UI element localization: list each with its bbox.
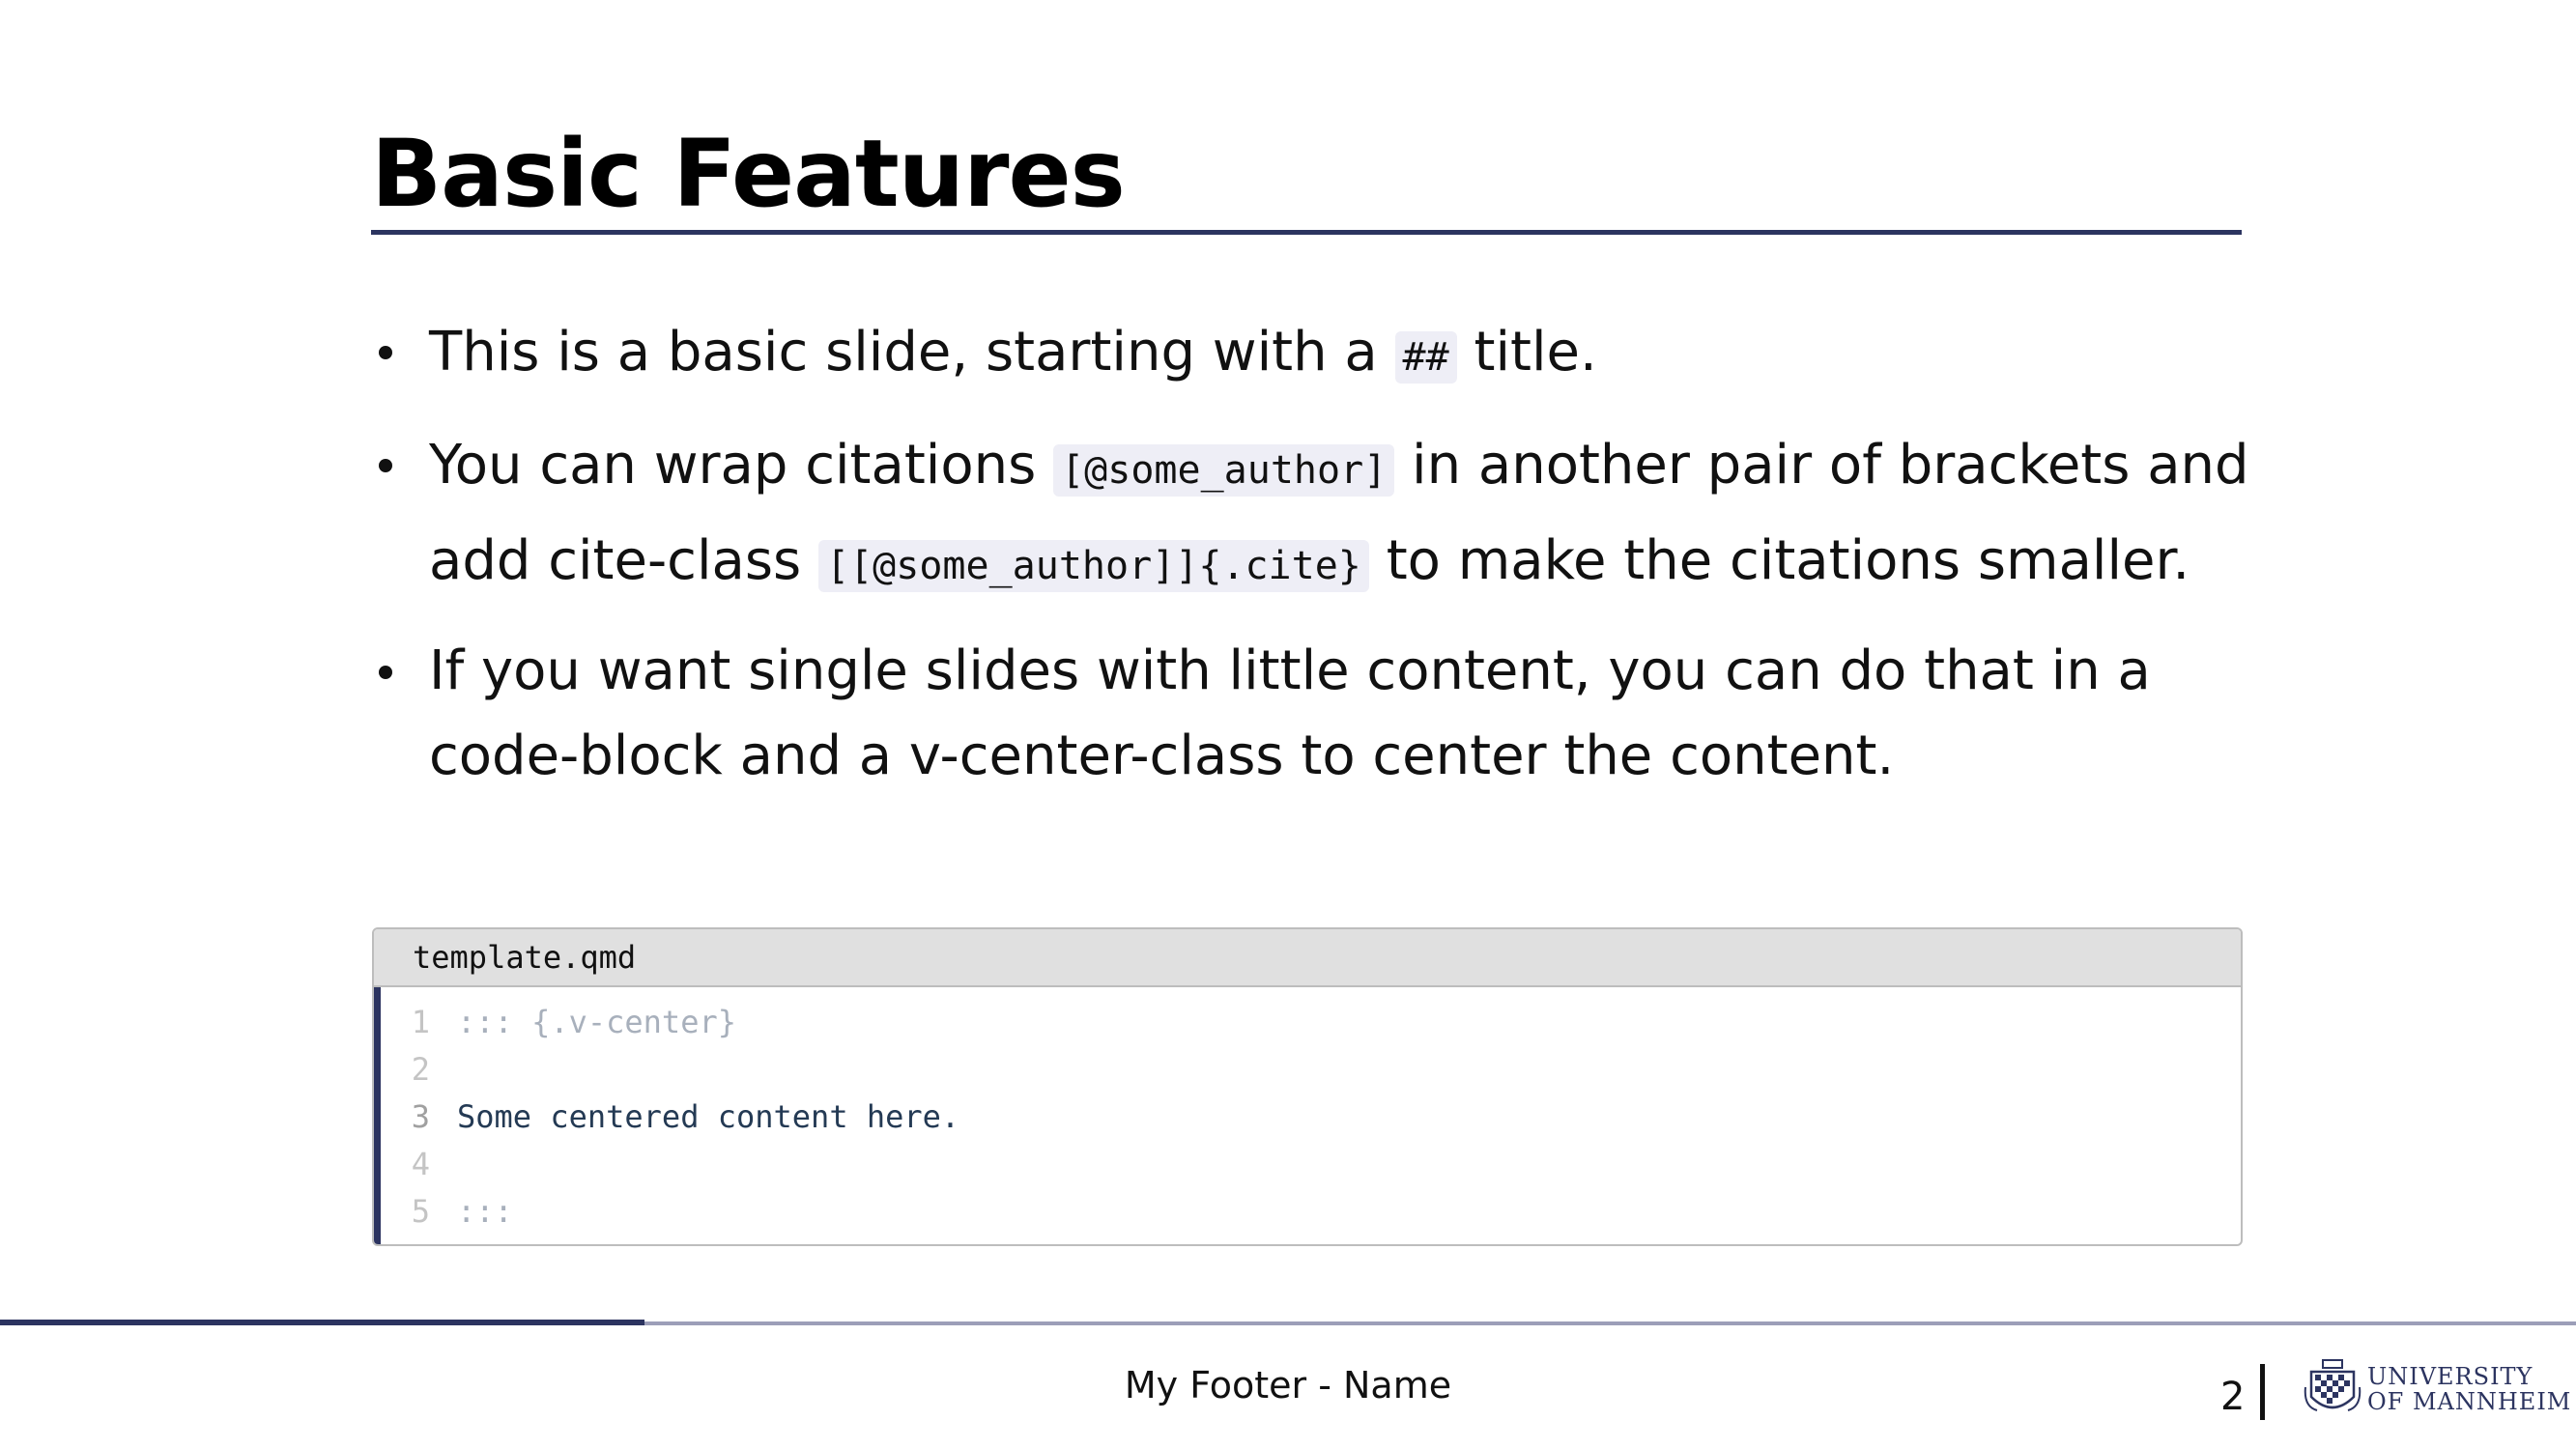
bullet-text: to make the citations smaller.	[1368, 529, 2190, 592]
slide-number-separator	[2260, 1364, 2265, 1420]
code-lines: 1::: {.v-center} 2 3 Some centered conten…	[374, 999, 959, 1236]
bullet-dot-icon	[379, 346, 392, 359]
logo-line-1: UNIVERSITY	[2367, 1363, 2533, 1390]
code-filename: template.qmd	[374, 929, 2241, 987]
slide-title: Basic Features	[371, 120, 1126, 228]
line-number: 2	[411, 1051, 430, 1088]
bullet-text: You can wrap citations	[429, 434, 1054, 497]
code-line-highlighted: 3 Some centered content here.	[374, 1094, 959, 1141]
line-number: 4	[411, 1146, 430, 1182]
inline-code: [[@some_author]]{.cite}	[818, 540, 1369, 592]
line-number: 1	[411, 1004, 430, 1040]
bullet-text: title.	[1456, 321, 1597, 384]
line-text: ::: {.v-center}	[457, 1004, 736, 1040]
bullet-dot-icon	[379, 459, 392, 472]
inline-code: [@some_author]	[1053, 444, 1395, 497]
code-body[interactable]: 1::: {.v-center} 2 3 Some centered conten…	[374, 987, 2241, 1244]
inline-code: ##	[1394, 331, 1457, 384]
slide-number[interactable]: 2	[2220, 1374, 2245, 1420]
progress-bar-fill	[0, 1320, 644, 1325]
logo-line-2: OF MANNHEIM	[2367, 1388, 2572, 1415]
bullet-text: If you want single slides with little co…	[429, 639, 2151, 787]
crest-icon	[2304, 1359, 2361, 1411]
bullet-text: This is a basic slide, starting with a	[429, 321, 1395, 384]
code-line: 4	[374, 1141, 959, 1188]
bullet-list: This is a basic slide, starting with a #…	[371, 307, 2265, 816]
bullet-dot-icon	[379, 666, 392, 679]
slide: Basic Features This is a basic slide, st…	[0, 0, 2576, 1449]
line-number: 3	[411, 1098, 430, 1135]
bullet-item: If you want single slides with little co…	[371, 629, 2265, 799]
line-number: 5	[411, 1193, 430, 1230]
code-line: 2	[374, 1046, 959, 1094]
logo-text: UNIVERSITY OF MANNHEIM	[2367, 1364, 2571, 1414]
bullet-item: This is a basic slide, starting with a #…	[371, 307, 2265, 403]
line-text: Some centered content here.	[457, 1098, 960, 1135]
line-text: :::	[457, 1193, 513, 1230]
code-line: 5:::	[374, 1188, 959, 1236]
code-block: template.qmd 1::: {.v-center} 2 3 Some ce…	[372, 927, 2243, 1246]
bullet-item: You can wrap citations [@some_author] in…	[371, 420, 2265, 611]
title-underline	[371, 230, 2242, 235]
university-logo: UNIVERSITY OF MANNHEIM	[2304, 1356, 2570, 1424]
progress-bar-track[interactable]	[644, 1321, 2576, 1325]
footer-text: My Footer - Name	[1124, 1364, 1452, 1406]
code-line: 1::: {.v-center}	[374, 999, 959, 1046]
